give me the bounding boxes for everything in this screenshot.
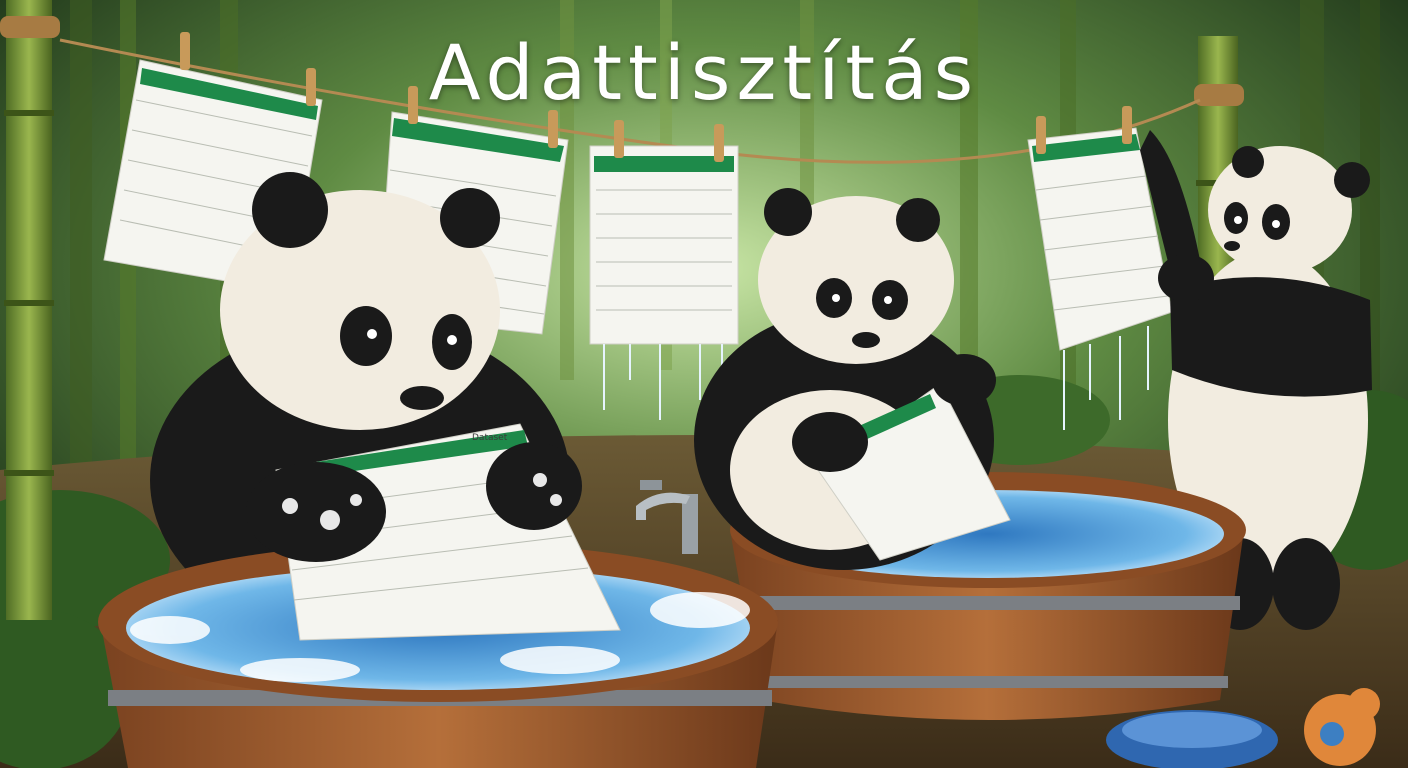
- clothespin-icon: [1036, 116, 1046, 154]
- clothespin-icon: [614, 120, 624, 158]
- clothespin-icon: [714, 124, 724, 162]
- page-title: Adattisztítás: [428, 28, 980, 117]
- blue-bowl-icon: [1106, 710, 1278, 768]
- sheet-header-label: Dataset: [472, 433, 508, 443]
- scene: Dataset Adattisztítás: [0, 0, 1408, 768]
